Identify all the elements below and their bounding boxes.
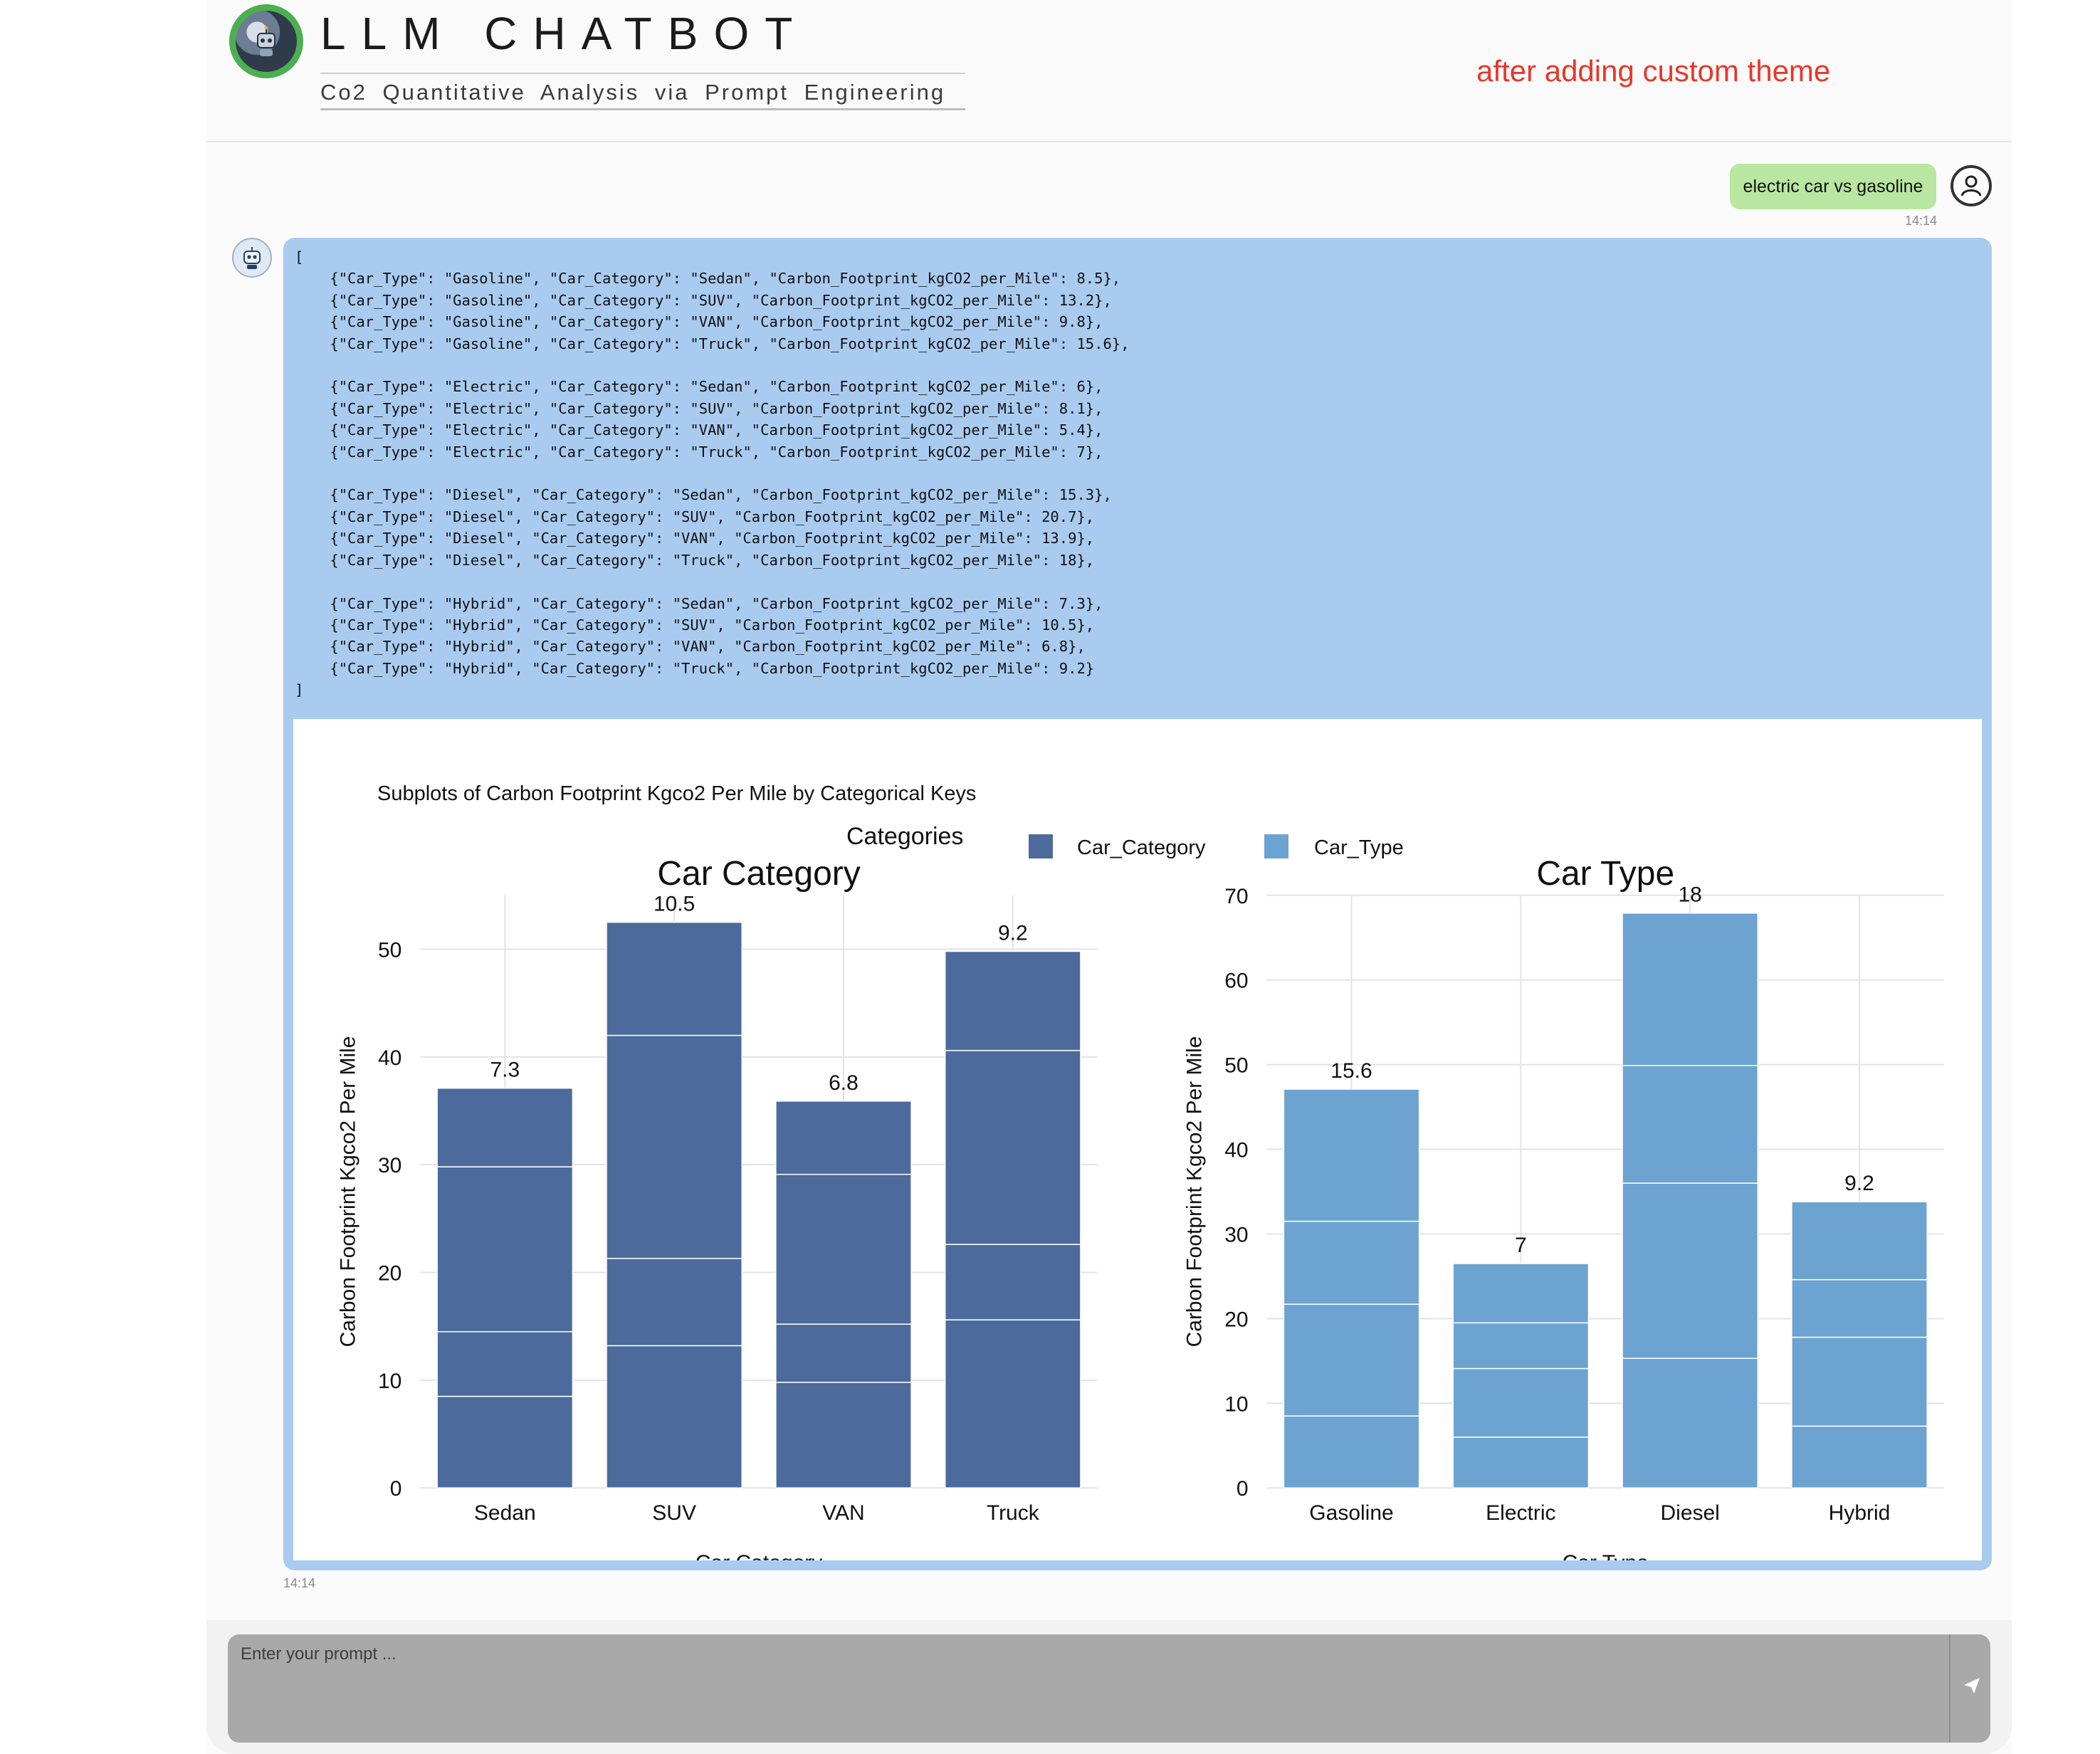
bar-data-label: 18 <box>1678 883 1701 907</box>
y-tick-label: 20 <box>1224 1308 1248 1331</box>
bar-segment-van-1 <box>775 1323 912 1383</box>
page-title: LLM CHATBOT <box>320 8 809 59</box>
bar-segment-hybrid-0 <box>1791 1425 1928 1488</box>
app-logo <box>229 4 303 78</box>
prompt-input[interactable] <box>228 1634 1990 1743</box>
bar-segment-sedan-0 <box>436 1395 574 1488</box>
chat-app: LLM CHATBOT Co2 Quantitative Analysis vi… <box>206 0 2012 1754</box>
y-tick-label: 40 <box>378 1046 401 1070</box>
send-button[interactable] <box>1960 1674 1983 1697</box>
chart-title: Subplots of Carbon Footprint Kgco2 Per M… <box>377 782 976 805</box>
y-tick-label: 0 <box>390 1477 402 1501</box>
legend-title: Categories <box>846 823 963 850</box>
x-tick-label: Hybrid <box>1829 1501 1891 1525</box>
bar-segment-diesel-2 <box>1622 1065 1759 1184</box>
bar-segment-electric-0 <box>1452 1437 1590 1488</box>
bot-avatar-icon <box>232 238 272 278</box>
legend-label-car-type: Car_Type <box>1314 836 1404 859</box>
bar-segment-truck-1 <box>944 1244 1081 1320</box>
bar-segment-sedan-3 <box>436 1087 574 1167</box>
bar-data-label: 7.3 <box>490 1059 520 1082</box>
y-tick-label: 10 <box>1224 1392 1248 1416</box>
bar-segment-van-2 <box>775 1174 912 1325</box>
bar-data-label: 6.8 <box>829 1071 859 1095</box>
y-tick-label: 30 <box>1224 1223 1248 1246</box>
subplot-title: Car Category <box>657 855 860 893</box>
bar-segment-truck-2 <box>944 1049 1081 1245</box>
y-tick-label: 30 <box>378 1154 401 1177</box>
legend-label-car-category: Car_Category <box>1077 836 1206 859</box>
bar-segment-gasoline-1 <box>1283 1303 1420 1417</box>
bar-segment-electric-2 <box>1452 1322 1590 1370</box>
x-tick-label: Gasoline <box>1309 1501 1393 1525</box>
chart-panel: Subplots of Carbon Footprint Kgco2 Per M… <box>293 719 1982 1560</box>
robot-icon <box>236 11 297 72</box>
x-axis-title: Car Category <box>695 1551 822 1560</box>
y-tick-label: 20 <box>378 1261 401 1285</box>
bar-data-label: 10.5 <box>653 893 695 916</box>
user-avatar-icon <box>1951 165 1992 206</box>
y-tick-label: 50 <box>378 938 401 962</box>
legend-entry-car-category[interactable]: Car_Category <box>1029 834 1206 859</box>
bar-segment-van-0 <box>775 1382 912 1488</box>
bar-segment-sedan-2 <box>436 1166 574 1333</box>
user-message-time: 14:14 <box>1905 214 1938 228</box>
legend-entry-car-type[interactable]: Car_Type <box>1264 834 1404 859</box>
bar-segment-van-3 <box>775 1101 912 1175</box>
x-tick-label: SUV <box>652 1501 696 1525</box>
legend-swatch-car-type <box>1264 834 1288 858</box>
y-tick-label: 10 <box>378 1370 401 1393</box>
bar-segment-diesel-3 <box>1622 912 1759 1066</box>
bar-segment-suv-3 <box>606 921 743 1036</box>
y-axis-title: Carbon Footprint Kgco2 Per Mile <box>1183 1036 1207 1348</box>
y-tick-label: 50 <box>1224 1054 1248 1078</box>
legend-swatch-car-category <box>1029 834 1053 858</box>
bot-message-code: [ {"Car_Type": "Gasoline", "Car_Category… <box>295 248 1130 699</box>
bar-segment-gasoline-3 <box>1283 1088 1420 1222</box>
bar-segment-hybrid-1 <box>1791 1336 1928 1427</box>
bar-data-label: 15.6 <box>1330 1059 1372 1083</box>
send-icon <box>1964 1678 1980 1693</box>
x-tick-label: Diesel <box>1660 1501 1719 1525</box>
bar-segment-gasoline-0 <box>1283 1415 1420 1488</box>
bot-message-time: 14:14 <box>283 1576 316 1590</box>
y-tick-label: 60 <box>1224 970 1248 993</box>
y-axis-title: Carbon Footprint Kgco2 Per Mile <box>336 1036 359 1348</box>
bar-data-label: 9.2 <box>998 921 1028 945</box>
x-axis-title: Car Type <box>1563 1551 1649 1560</box>
bar-segment-suv-0 <box>606 1345 743 1488</box>
bar-segment-hybrid-2 <box>1791 1278 1928 1338</box>
bar-segment-truck-0 <box>944 1319 1081 1488</box>
bar-data-label: 9.2 <box>1844 1172 1874 1195</box>
x-tick-label: Electric <box>1486 1501 1555 1525</box>
bar-segment-suv-2 <box>606 1034 743 1259</box>
subplots-chart: Subplots of Carbon Footprint Kgco2 Per M… <box>336 782 1944 1560</box>
header: LLM CHATBOT Co2 Quantitative Analysis vi… <box>206 0 2012 142</box>
bar-segment-diesel-0 <box>1622 1357 1759 1488</box>
bar-segment-diesel-1 <box>1622 1182 1759 1359</box>
bar-data-label: 7 <box>1515 1234 1527 1257</box>
y-tick-label: 40 <box>1224 1139 1248 1162</box>
x-tick-label: VAN <box>822 1501 864 1525</box>
subplot-title: Car Type <box>1536 855 1674 893</box>
bar-segment-electric-3 <box>1452 1263 1590 1324</box>
bot-message: [ {"Car_Type": "Gasoline", "Car_Category… <box>283 238 1992 1570</box>
y-tick-label: 0 <box>1237 1477 1249 1501</box>
user-message: electric car vs gasoline <box>1730 164 1936 209</box>
bar-segment-electric-1 <box>1452 1367 1590 1438</box>
x-tick-label: Truck <box>987 1501 1040 1525</box>
y-tick-label: 70 <box>1224 885 1248 908</box>
page-subtitle: Co2 Quantitative Analysis via Prompt Eng… <box>320 73 965 110</box>
bar-segment-hybrid-3 <box>1791 1201 1928 1281</box>
bar-segment-suv-1 <box>606 1258 743 1347</box>
bar-segment-gasoline-2 <box>1283 1220 1420 1305</box>
bar-segment-sedan-1 <box>436 1330 574 1397</box>
send-area <box>1949 1634 1992 1743</box>
x-tick-label: Sedan <box>474 1501 536 1525</box>
bar-segment-truck-3 <box>944 950 1081 1051</box>
annotation-text: after adding custom theme <box>1476 54 1831 88</box>
composer <box>206 1620 2012 1754</box>
